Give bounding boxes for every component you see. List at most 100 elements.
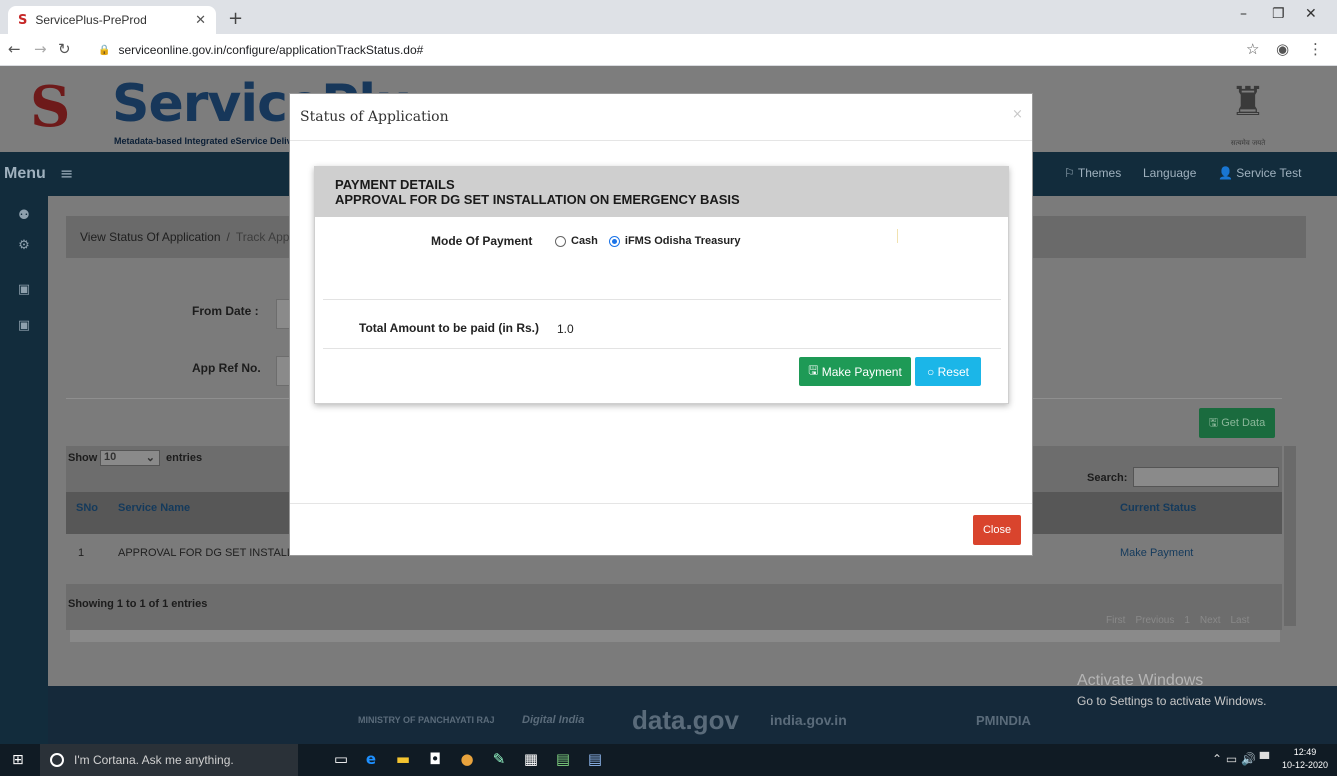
table-info: Showing 1 to 1 of 1 entries bbox=[68, 598, 208, 610]
edge-icon[interactable]: e bbox=[360, 750, 382, 770]
clock-date: 10-12-2020 bbox=[1282, 760, 1329, 770]
taskbar-clock[interactable]: 12:49 10-12-2020 bbox=[1282, 746, 1328, 772]
pmindia-logo[interactable]: PMINDIA bbox=[976, 700, 1031, 740]
page-first[interactable]: First bbox=[1106, 615, 1125, 626]
table-search-input[interactable] bbox=[1133, 467, 1279, 487]
card-divider-1 bbox=[323, 299, 1001, 300]
window-close-icon[interactable]: ✕ bbox=[1305, 6, 1317, 22]
col-header-sno[interactable]: SNo bbox=[76, 502, 98, 514]
address-bar[interactable]: 🔒 serviceonline.gov.in/configure/applica… bbox=[98, 39, 1228, 61]
forward-icon[interactable]: → bbox=[34, 40, 47, 58]
clock-time: 12:49 bbox=[1293, 747, 1317, 757]
tab-close-icon[interactable]: ✕ bbox=[195, 12, 206, 28]
serviceplus-favicon-icon: S bbox=[18, 12, 28, 28]
system-tray-icons[interactable]: ⌃ ▭ 🔊 ▀ bbox=[1212, 752, 1269, 766]
entries-label: entries bbox=[166, 452, 203, 464]
activate-windows-hint: Go to Settings to activate Windows. bbox=[1077, 694, 1267, 708]
get-data-label: Get Data bbox=[1221, 417, 1266, 429]
settings-icon[interactable]: ⚙ bbox=[14, 238, 34, 258]
caret-marker bbox=[897, 229, 898, 243]
activate-windows-title: Activate Windows bbox=[1077, 672, 1204, 689]
app-ref-input[interactable] bbox=[276, 356, 290, 386]
show-label: Show bbox=[68, 452, 98, 464]
col-header-service-name[interactable]: Service Name bbox=[118, 502, 190, 514]
get-data-button[interactable]: 🖫 Get Data bbox=[1199, 408, 1275, 438]
entries-select-value: 10 bbox=[104, 451, 117, 463]
reload-icon[interactable]: ↻ bbox=[58, 40, 71, 58]
windows-start-icon[interactable]: ⊞ bbox=[12, 752, 24, 768]
ifms-option-label[interactable]: iFMS Odisha Treasury bbox=[625, 235, 741, 247]
back-icon[interactable]: ← bbox=[8, 40, 21, 58]
task-view-icon[interactable]: ▭ bbox=[330, 750, 352, 770]
close-button[interactable]: Close bbox=[973, 515, 1021, 545]
left-sidebar: ⚉ ⚙ ▣ ▣ bbox=[0, 196, 48, 744]
total-amount-label: Total Amount to be paid (in Rs.) bbox=[359, 321, 539, 335]
breadcrumb-separator: / bbox=[226, 230, 230, 244]
page-1[interactable]: 1 bbox=[1184, 615, 1190, 626]
modal-close-icon[interactable]: × bbox=[1012, 107, 1023, 122]
page-next[interactable]: Next bbox=[1200, 615, 1221, 626]
payment-mode-radio-group: Cash iFMS Odisha Treasury bbox=[555, 235, 740, 247]
breadcrumb-item-track[interactable]: Track Appl bbox=[236, 230, 292, 244]
cash-option-label[interactable]: Cash bbox=[571, 235, 598, 247]
make-payment-button[interactable]: 🖫 Make Payment bbox=[799, 357, 911, 386]
calculator-icon[interactable]: ▦ bbox=[520, 750, 542, 770]
minimize-icon[interactable]: – bbox=[1240, 6, 1247, 22]
restore-icon[interactable]: ❐ bbox=[1272, 6, 1285, 22]
row-service-name: APPROVAL FOR DG SET INSTALLAT bbox=[118, 547, 307, 559]
india-gov-logo[interactable]: india.gov.in bbox=[770, 700, 847, 740]
themes-link[interactable]: ⚐ Themes bbox=[1064, 166, 1121, 180]
browser-tab[interactable]: S ServicePlus-PreProd ✕ bbox=[8, 6, 216, 34]
table-footer bbox=[66, 584, 1282, 630]
serviceplus-logo: S ServicePlu Metadata-based Integrated e… bbox=[30, 76, 412, 146]
from-date-input[interactable] bbox=[276, 299, 290, 329]
national-emblem-icon: ♜ सत्यमेव जयते bbox=[1222, 70, 1274, 148]
browser-menu-icon[interactable]: ⋮ bbox=[1308, 40, 1323, 58]
excel-icon[interactable]: ▤ bbox=[552, 750, 574, 770]
user-menu[interactable]: 👤 Service Test bbox=[1218, 166, 1301, 180]
chrome-icon[interactable]: ● bbox=[456, 750, 478, 770]
users-icon[interactable]: ⚉ bbox=[14, 208, 34, 228]
ministry-panchayati-raj-logo[interactable]: MINISTRY OF PANCHAYATI RAJ bbox=[358, 700, 495, 740]
entries-select[interactable]: 10 ⌄ bbox=[100, 450, 160, 466]
language-link[interactable]: Language bbox=[1143, 166, 1196, 180]
modal-footer-divider bbox=[290, 503, 1032, 504]
hamburger-icon[interactable]: ≡ bbox=[60, 164, 73, 183]
search-label: Search: bbox=[1087, 472, 1128, 484]
themes-label: Themes bbox=[1077, 166, 1122, 180]
app-ref-label: App Ref No. bbox=[192, 361, 261, 375]
profile-icon[interactable]: ◉ bbox=[1276, 40, 1289, 58]
col-header-current-status[interactable]: Current Status bbox=[1120, 502, 1196, 514]
cortana-placeholder: I'm Cortana. Ask me anything. bbox=[74, 753, 234, 767]
cortana-search[interactable]: I'm Cortana. Ask me anything. bbox=[40, 744, 298, 776]
reset-button[interactable]: ○ Reset bbox=[915, 357, 981, 386]
horizontal-scrollbar[interactable] bbox=[70, 630, 1280, 642]
ifms-radio[interactable] bbox=[608, 235, 620, 247]
store-icon[interactable]: ◘ bbox=[424, 750, 446, 770]
page-previous[interactable]: Previous bbox=[1135, 615, 1174, 626]
modal-title: Status of Application bbox=[300, 109, 449, 125]
breadcrumb-item-view-status[interactable]: View Status Of Application bbox=[80, 230, 221, 244]
window-icon[interactable]: ▣ bbox=[14, 282, 34, 302]
vertical-scrollbar[interactable] bbox=[1284, 446, 1296, 626]
reset-label: Reset bbox=[937, 364, 969, 379]
from-date-label: From Date : bbox=[192, 304, 259, 318]
emblem-caption: सत्यमेव जयते bbox=[1230, 139, 1266, 147]
user-name: Service Test bbox=[1236, 166, 1302, 180]
paint-icon[interactable]: ✎ bbox=[488, 750, 510, 770]
window-icon-2[interactable]: ▣ bbox=[14, 318, 34, 338]
digital-india-logo[interactable]: Digital India bbox=[522, 700, 584, 740]
file-explorer-icon[interactable]: ▬ bbox=[392, 750, 414, 770]
row-status-link[interactable]: Make Payment bbox=[1120, 547, 1193, 559]
page-last[interactable]: Last bbox=[1230, 615, 1249, 626]
menu-label[interactable]: Menu bbox=[4, 165, 46, 183]
modal-header-divider bbox=[290, 140, 1032, 141]
word-icon[interactable]: ▤ bbox=[584, 750, 606, 770]
card-divider-2 bbox=[323, 348, 1001, 349]
cash-radio[interactable] bbox=[555, 235, 566, 247]
bookmark-star-icon[interactable]: ☆ bbox=[1246, 40, 1259, 58]
new-tab-icon[interactable]: + bbox=[228, 8, 243, 29]
url-text: serviceonline.gov.in/configure/applicati… bbox=[118, 43, 424, 57]
data-gov-logo[interactable]: data.gov bbox=[632, 700, 739, 740]
pagination: First Previous 1 Next Last bbox=[1106, 615, 1249, 626]
